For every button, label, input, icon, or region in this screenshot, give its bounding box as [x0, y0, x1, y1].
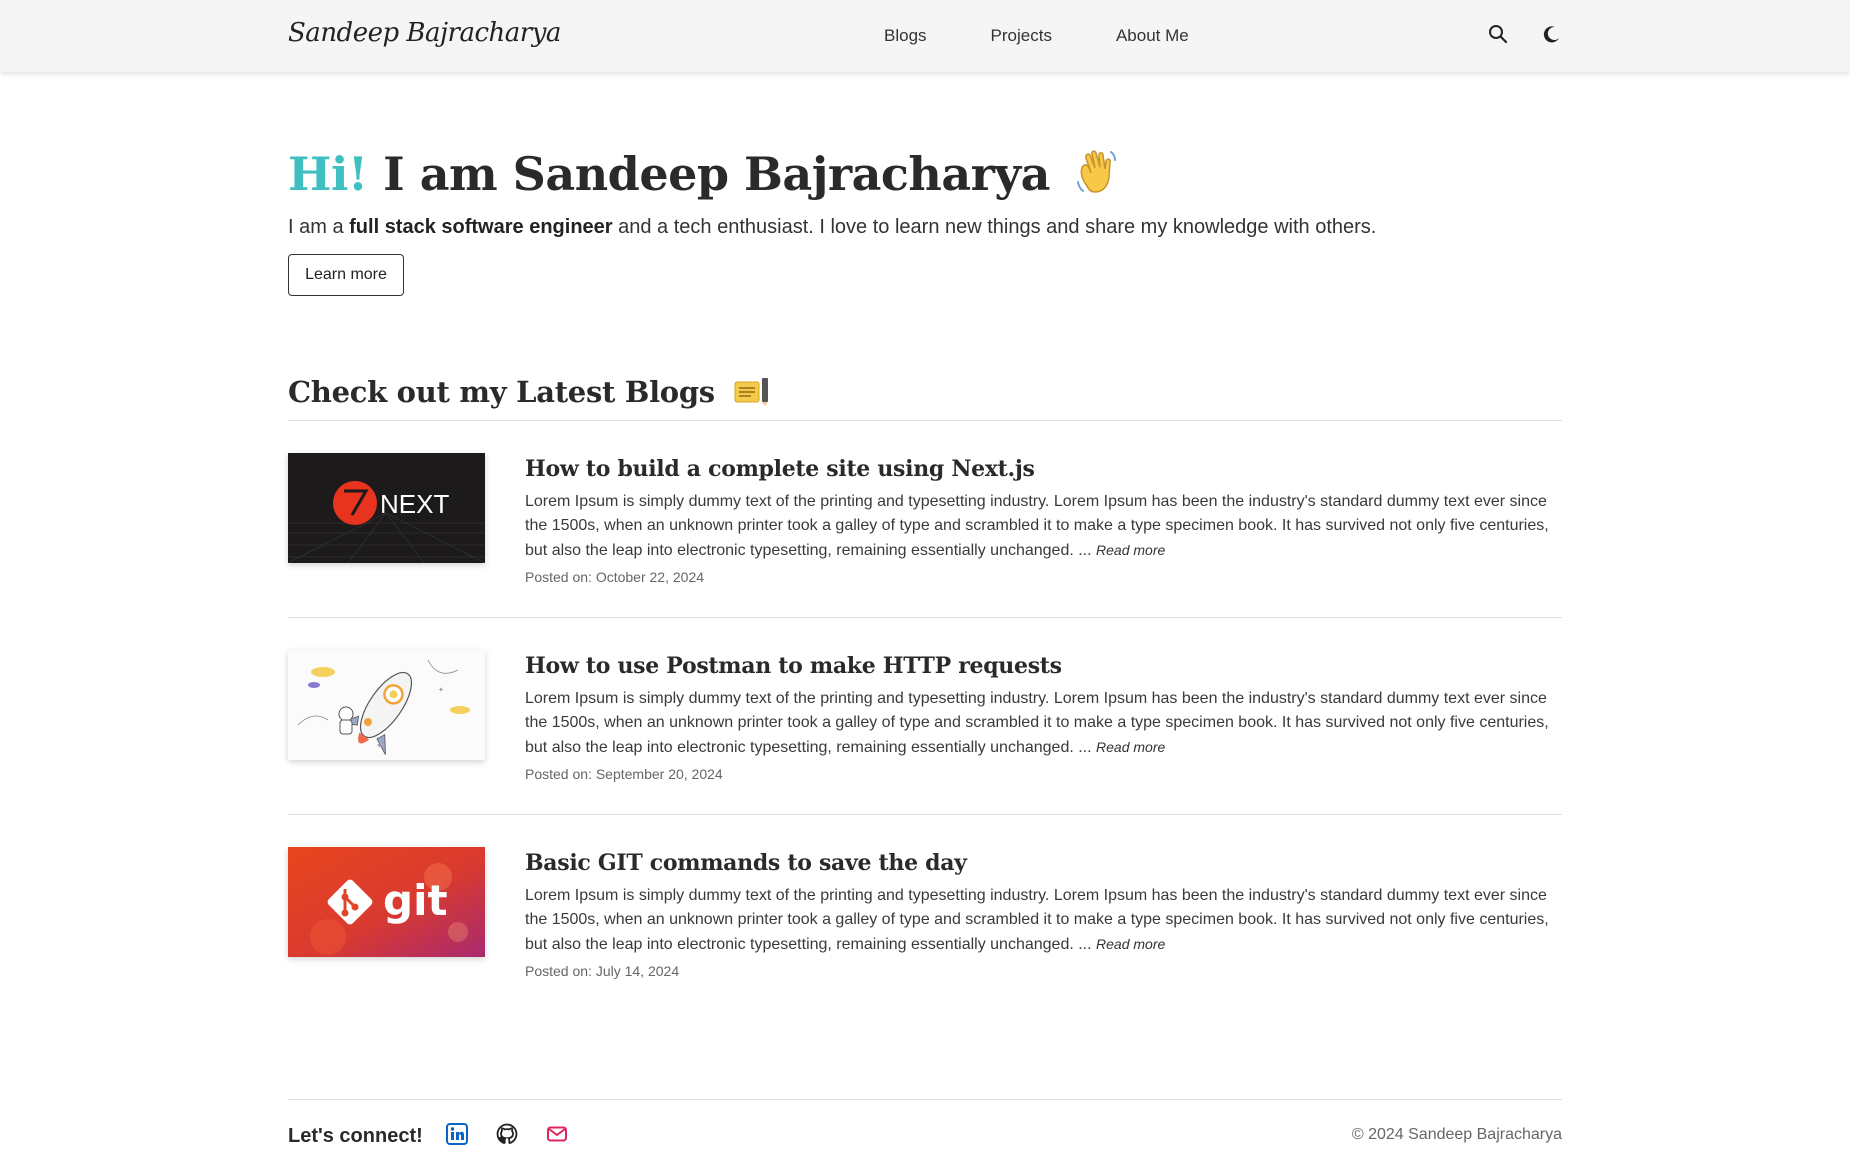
blog-post-excerpt: Lorem Ipsum is simply dummy text of the … — [525, 687, 1562, 760]
read-more-link[interactable]: Read more — [1096, 542, 1165, 558]
blog-post-excerpt-text: Lorem Ipsum is simply dummy text of the … — [525, 690, 1549, 756]
search-icon[interactable] — [1488, 24, 1508, 44]
blog-post-body: Basic GIT commands to save the day Lorem… — [525, 847, 1562, 979]
hero-name: I am Sandeep Bajracharya — [383, 147, 1050, 201]
blog-post-title[interactable]: Basic GIT commands to save the day — [525, 850, 1562, 876]
blog-post-title[interactable]: How to use Postman to make HTTP requests — [525, 653, 1562, 679]
thumb-git-text: git — [383, 876, 448, 925]
git-thumbnail[interactable]: git — [288, 847, 485, 957]
nav-link-blogs[interactable]: Blogs — [884, 26, 927, 46]
blog-post-date: Posted on: September 20, 2024 — [525, 766, 723, 782]
copyright-text: © 2024 Sandeep Bajracharya — [1351, 1126, 1562, 1143]
hero-greeting: Hi! — [288, 147, 368, 201]
hero-title: Hi! I am Sandeep Bajracharya — [288, 146, 1125, 201]
navbar: Sandeep Bajracharya Blogs Projects About… — [0, 0, 1850, 72]
blog-post: NEXT How to build a complete site using … — [288, 453, 1562, 603]
email-icon[interactable] — [546, 1123, 568, 1145]
blog-post-excerpt-text: Lorem Ipsum is simply dummy text of the … — [525, 493, 1549, 559]
blogs-heading-text: Check out my Latest Blogs — [288, 375, 715, 409]
blog-post-excerpt: Lorem Ipsum is simply dummy text of the … — [525, 490, 1562, 563]
blog-post-excerpt-text: Lorem Ipsum is simply dummy text of the … — [525, 887, 1549, 953]
blog-post: ✦ ✦ How to use Postman to make HTTP requ… — [288, 650, 1562, 800]
nav-link-projects[interactable]: Projects — [991, 26, 1052, 46]
github-icon[interactable] — [496, 1123, 518, 1145]
navbar-inner: Sandeep Bajracharya Blogs Projects About… — [288, 0, 1562, 72]
memo-icon — [733, 376, 771, 406]
connect-label: Let's connect! — [288, 1125, 423, 1147]
post-divider — [288, 617, 1562, 618]
svg-text:✦: ✦ — [438, 686, 444, 694]
hero-subtitle-post: and a tech enthusiast. I love to learn n… — [612, 216, 1377, 238]
read-more-link[interactable]: Read more — [1096, 936, 1165, 952]
blog-post-date: Posted on: July 14, 2024 — [525, 963, 680, 979]
blog-post-body: How to build a complete site using Next.… — [525, 453, 1562, 585]
blogs-heading: Check out my Latest Blogs — [288, 375, 771, 409]
waving-hand-icon — [1073, 146, 1125, 198]
blog-post-date: Posted on: October 22, 2024 — [525, 569, 705, 585]
site-logo[interactable]: Sandeep Bajracharya — [288, 18, 561, 48]
nextjs-thumbnail[interactable]: NEXT — [288, 453, 485, 563]
nav-icons — [1488, 24, 1562, 44]
hero-subtitle-pre: I am a — [288, 216, 350, 238]
hero-subtitle: I am a full stack software engineer and … — [288, 216, 1376, 239]
read-more-link[interactable]: Read more — [1096, 739, 1165, 755]
linkedin-icon[interactable] — [446, 1123, 468, 1145]
footer: Let's connect! © 2024 Sandeep Bajrachary… — [288, 1099, 1562, 1171]
post-divider — [288, 814, 1562, 815]
blog-post: git Basic GIT commands to save the day L… — [288, 847, 1562, 997]
nav-link-about-me[interactable]: About Me — [1116, 26, 1189, 46]
postman-thumbnail[interactable]: ✦ ✦ — [288, 650, 485, 760]
blog-post-excerpt: Lorem Ipsum is simply dummy text of the … — [525, 884, 1562, 957]
blog-post-title[interactable]: How to build a complete site using Next.… — [525, 456, 1562, 482]
learn-more-button[interactable]: Learn more — [288, 254, 404, 296]
blogs-divider — [288, 420, 1562, 421]
nav-links: Blogs Projects About Me — [884, 26, 1189, 46]
social-links — [446, 1123, 568, 1145]
moon-icon[interactable] — [1542, 24, 1562, 44]
blog-post-body: How to use Postman to make HTTP requests… — [525, 650, 1562, 782]
svg-text:✦: ✦ — [376, 741, 383, 750]
hero-subtitle-bold: full stack software engineer — [349, 216, 613, 238]
thumb-next-text: NEXT — [380, 489, 449, 519]
